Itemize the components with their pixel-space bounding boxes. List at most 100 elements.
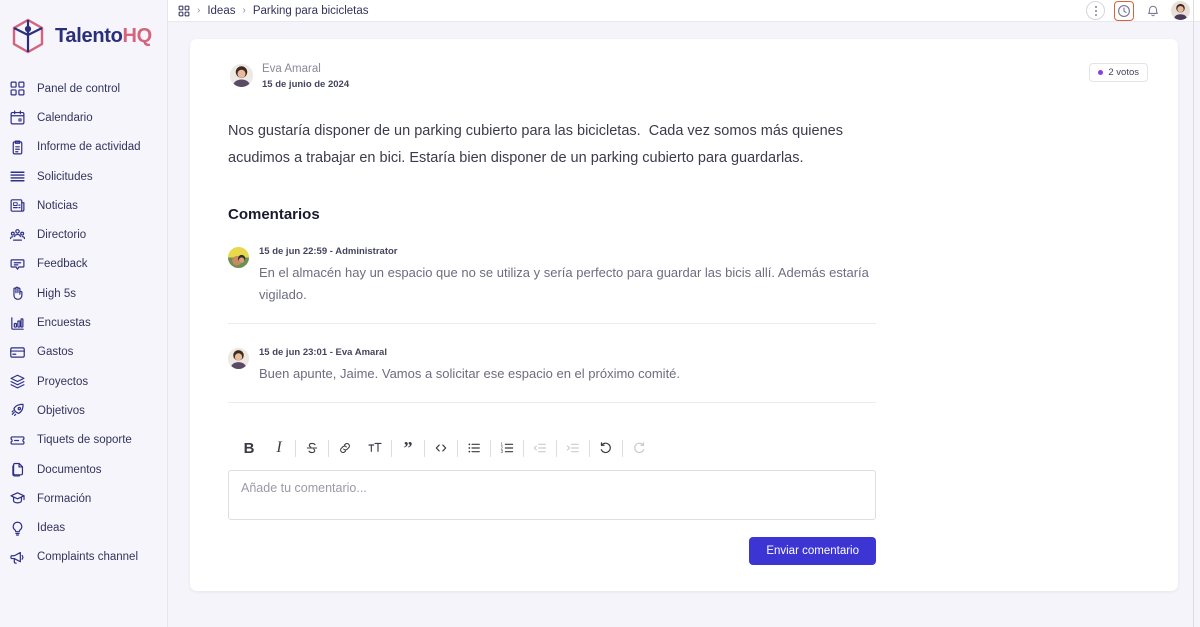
people-group-icon [9, 227, 26, 244]
editor-toolbar: B I ” 1 2 3 [228, 431, 876, 465]
comment-meta: 15 de jun 22:59 - Administrator [259, 246, 398, 257]
sidebar-nav: Panel de control Calendario Informe de act… [0, 74, 167, 572]
idea-detail-card: Eva Amaral 15 de junio de 2024 2 votos N… [190, 39, 1178, 591]
sidebar-item-high-5s[interactable]: High 5s [0, 279, 167, 308]
sidebar-item-label: Ideas [37, 522, 66, 535]
brand-logo[interactable]: TalentoHQ [0, 0, 167, 74]
bullet-list-icon[interactable] [459, 434, 489, 462]
sidebar-item-encuestas[interactable]: Encuestas [0, 308, 167, 337]
breadcrumb-separator-1: › [197, 5, 201, 16]
submit-comment-button[interactable]: Enviar comentario [749, 537, 876, 565]
sidebar-item-label: Noticias [37, 199, 78, 212]
content-scroll-area: Eva Amaral 15 de junio de 2024 2 votos N… [168, 22, 1200, 627]
clipboard-report-icon [9, 139, 26, 156]
post-body-text: Nos gustaría disponer de un parking cubi… [228, 123, 847, 166]
comment-text: En el almacén hay un espacio que no se u… [259, 265, 869, 302]
sidebar-item-label: Proyectos [37, 375, 89, 388]
layers-icon [9, 373, 26, 390]
user-avatar[interactable] [1171, 1, 1190, 20]
grid-apps-icon[interactable] [178, 5, 190, 17]
sidebar: TalentoHQ Panel de control Calendario Info… [0, 0, 168, 627]
sidebar-item-feedback[interactable]: Feedback [0, 250, 167, 279]
cube-person-logo-icon [8, 16, 48, 56]
sidebar-item-directorio[interactable]: Directorio [0, 220, 167, 249]
lightbulb-icon [9, 520, 26, 537]
sidebar-item-ideas[interactable]: Ideas [0, 513, 167, 542]
comment-body: 15 de jun 22:59 - Administrator En el alm… [259, 245, 876, 306]
sidebar-item-solicitudes[interactable]: Solicitudes [0, 162, 167, 191]
sidebar-item-label: Complaints channel [37, 551, 139, 564]
bold-icon[interactable]: B [234, 434, 264, 462]
sidebar-item-label: Solicitudes [37, 170, 93, 183]
sidebar-item-label: Panel de control [37, 82, 121, 95]
bar-chart-icon [9, 315, 26, 332]
sidebar-item-noticias[interactable]: Noticias [0, 191, 167, 220]
chat-bubble-icon [9, 256, 26, 273]
sidebar-item-gastos[interactable]: Gastos [0, 338, 167, 367]
sidebar-item-label: Feedback [37, 258, 88, 271]
topbar: › Ideas › Parking para bicicletas [168, 0, 1200, 22]
sidebar-item-objetivos[interactable]: Objetivos [0, 396, 167, 425]
votes-count-label: 2 votos [1108, 67, 1139, 78]
documents-copy-icon [9, 461, 26, 478]
sidebar-item-formaci-n[interactable]: Formación [0, 484, 167, 513]
brand-wordmark: TalentoHQ [55, 25, 152, 48]
bell-icon[interactable] [1143, 1, 1162, 20]
newspaper-icon [9, 197, 26, 214]
votes-badge[interactable]: 2 votos [1089, 63, 1148, 82]
toolbar-separator [457, 439, 458, 457]
credit-card-icon [9, 344, 26, 361]
code-icon[interactable] [426, 434, 456, 462]
text-size-icon[interactable] [360, 434, 390, 462]
undo-icon[interactable] [591, 434, 621, 462]
breadcrumb-current-page: Parking para bicicletas [252, 4, 369, 17]
right-divider [1193, 0, 1194, 627]
sidebar-item-label: Tiquets de soporte [37, 434, 132, 447]
sidebar-item-proyectos[interactable]: Proyectos [0, 367, 167, 396]
comment-input[interactable] [228, 470, 876, 520]
toolbar-separator [490, 439, 491, 457]
sidebar-item-calendario[interactable]: Calendario [0, 103, 167, 132]
sidebar-item-tiquets-de-soporte[interactable]: Tiquets de soporte [0, 426, 167, 455]
italic-icon[interactable]: I [264, 434, 294, 462]
sidebar-item-label: Calendario [37, 111, 93, 124]
quote-icon[interactable]: ” [393, 434, 423, 462]
breadcrumb-parent-ideas[interactable]: Ideas [207, 5, 235, 17]
kebab-menu-icon[interactable] [1086, 1, 1105, 20]
sidebar-item-informe-de-actividad[interactable]: Informe de actividad [0, 133, 167, 162]
toolbar-separator [622, 439, 623, 457]
sidebar-item-panel-de-control[interactable]: Panel de control [0, 74, 167, 103]
sidebar-item-documentos[interactable]: Documentos [0, 455, 167, 484]
comment-meta: 15 de jun 23:01 - Eva Amaral [259, 347, 387, 358]
breadcrumb: › Ideas › Parking para bicicletas [178, 5, 369, 17]
post-author-avatar [230, 64, 253, 87]
comment-item: 15 de jun 22:59 - Administrator En el alm… [228, 245, 876, 324]
sidebar-item-label: Directorio [37, 229, 87, 242]
sidebar-item-label: Informe de actividad [37, 141, 141, 154]
comment-author-avatar [228, 348, 249, 369]
toolbar-separator [556, 439, 557, 457]
calendar-icon [9, 109, 26, 126]
toolbar-separator [328, 439, 329, 457]
comment-text: Buen apunte, Jaime. Vamos a solicitar es… [259, 366, 681, 381]
sidebar-item-label: Formación [37, 492, 92, 505]
sidebar-item-label: High 5s [37, 287, 76, 300]
sidebar-item-complaints-channel[interactable]: Complaints channel [0, 543, 167, 572]
svg-text:3: 3 [501, 449, 504, 454]
comment-body: 15 de jun 23:01 - Eva Amaral Buen apunte,… [259, 346, 680, 385]
strikethrough-icon[interactable] [297, 434, 327, 462]
main-area: › Ideas › Parking para bicicletas Eva Am… [168, 0, 1200, 627]
sidebar-item-label: Documentos [37, 463, 102, 476]
clock-history-icon[interactable] [1114, 0, 1134, 21]
graduation-cap-icon [9, 490, 26, 507]
numbered-list-icon[interactable]: 123 [492, 434, 522, 462]
comment-item: 15 de jun 23:01 - Eva Amaral Buen apunte,… [228, 346, 876, 403]
redo-icon [624, 434, 654, 462]
post-header: Eva Amaral 15 de junio de 2024 [228, 61, 1140, 92]
grid-dashboard-icon [9, 80, 26, 97]
toolbar-separator [295, 439, 296, 457]
comments-section-title: Comentarios [228, 206, 320, 223]
link-icon[interactable] [330, 434, 360, 462]
outdent-icon [525, 434, 555, 462]
toolbar-separator [424, 439, 425, 457]
